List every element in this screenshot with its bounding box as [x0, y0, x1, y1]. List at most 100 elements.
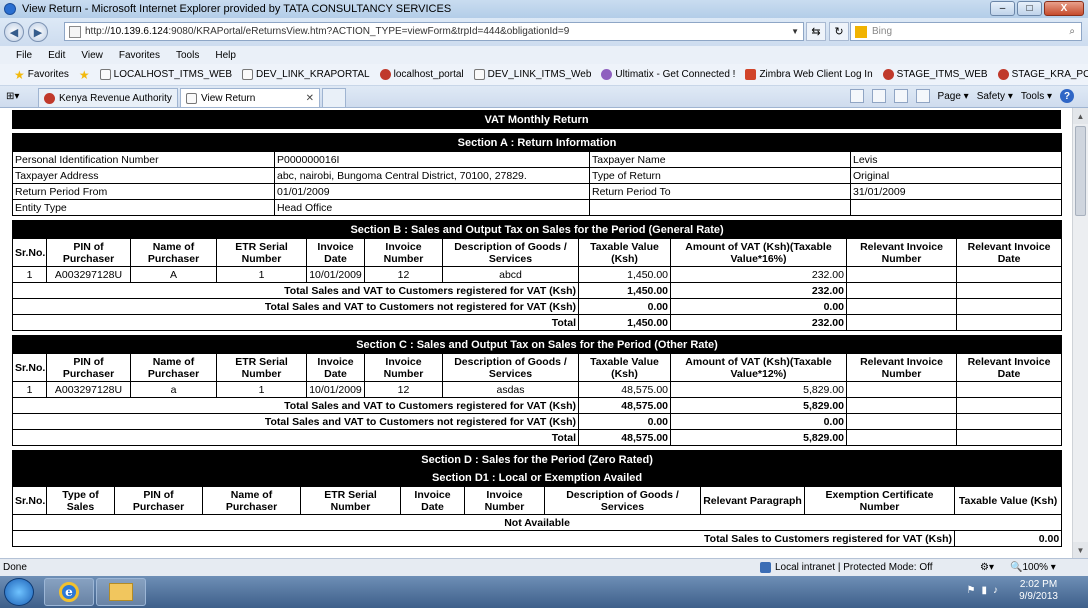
favorite-link[interactable]: LOCALHOST_ITMS_WEB: [99, 69, 232, 80]
intranet-icon: [760, 562, 771, 573]
taskbar-clock[interactable]: 2:02 PM 9/9/2013: [1019, 579, 1058, 603]
start-button[interactable]: [4, 578, 34, 606]
favorite-link[interactable]: DEV_LINK_ITMS_Web: [473, 69, 591, 80]
table-header-row: Sr.No. Type of Sales PIN of Purchaser Na…: [12, 486, 1063, 515]
kra-icon: [997, 69, 1009, 80]
kra-icon: [882, 69, 894, 80]
menu-file[interactable]: File: [16, 50, 32, 61]
page-icon: [473, 69, 485, 80]
section-c-table: Section C : Sales and Output Tax on Sale…: [11, 335, 1063, 446]
favorite-link[interactable]: DEV_LINK_KRAPORTAL: [242, 69, 370, 80]
kra-icon: [44, 92, 55, 104]
folder-icon: [109, 583, 133, 601]
not-available-text: Not Available: [11, 514, 1063, 531]
add-favorite-icon[interactable]: ★: [79, 68, 90, 82]
taskbar-explorer-button[interactable]: [96, 578, 146, 606]
page-title: VAT Monthly Return: [12, 110, 1061, 129]
section-d-table: Section D : Sales for the Period (Zero R…: [11, 450, 1063, 547]
menu-favorites[interactable]: Favorites: [119, 50, 160, 61]
menu-help[interactable]: Help: [215, 50, 236, 61]
search-placeholder: Bing: [872, 26, 893, 37]
favorite-link[interactable]: localhost_portal: [379, 69, 464, 80]
table-row: 1 A003297128U a 1 10/01/2009 12 asdas 48…: [12, 381, 1063, 398]
refresh-icon[interactable]: ↻: [829, 22, 849, 41]
status-text: Done: [3, 562, 27, 573]
new-tab-button[interactable]: [322, 88, 346, 107]
quick-tabs-icon[interactable]: ⊞▾: [6, 91, 19, 102]
total-row: Total Sales and VAT to Customers registe…: [12, 397, 1063, 414]
maximize-button[interactable]: □: [1017, 1, 1042, 16]
address-bar[interactable]: http://10.139.6.124:9080/KRAPortal/eRetu…: [64, 22, 804, 41]
flag-icon[interactable]: ⚑: [967, 585, 976, 596]
vertical-scrollbar[interactable]: ▲ ▼: [1072, 108, 1088, 558]
address-dropdown-icon[interactable]: ▼: [791, 27, 799, 36]
protected-mode-icon[interactable]: ⚙▾: [980, 562, 994, 573]
page-icon: [242, 69, 254, 80]
safety-menu[interactable]: Safety ▾: [977, 91, 1013, 102]
help-icon[interactable]: ?: [1060, 89, 1074, 103]
return-title-table: VAT Monthly Return: [12, 110, 1061, 129]
tab-view-return[interactable]: View Return ✕: [180, 88, 320, 107]
feeds-icon[interactable]: [871, 89, 886, 103]
menu-tools[interactable]: Tools: [176, 50, 199, 61]
forward-button[interactable]: ▶: [28, 22, 48, 42]
total-row: Total 1,450.00 232.00: [12, 314, 1063, 331]
menu-edit[interactable]: Edit: [48, 50, 65, 61]
table-header-row: Sr.No. PIN of Purchaser Name of Purchase…: [12, 353, 1063, 382]
scroll-up-icon[interactable]: ▲: [1073, 108, 1088, 124]
total-row: Total 48,575.00 5,829.00: [12, 429, 1063, 446]
url-host: 10.139.6.124: [110, 26, 169, 37]
tools-menu[interactable]: Tools ▾: [1021, 91, 1052, 102]
zoom-level[interactable]: 🔍100% ▾: [1010, 562, 1056, 573]
taskbar-ie-button[interactable]: e: [44, 578, 94, 606]
menu-view[interactable]: View: [81, 50, 103, 61]
close-button[interactable]: X: [1044, 1, 1084, 16]
table-row: Entity Type Head Office: [12, 199, 1062, 216]
search-icon[interactable]: ⌕: [1069, 26, 1075, 37]
security-zone[interactable]: Local intranet | Protected Mode: Off: [760, 562, 933, 573]
table-row: 1 A003297128U A 1 10/01/2009 12 abcd 1,4…: [12, 266, 1063, 283]
section-a-table: Section A : Return Information Personal …: [12, 133, 1062, 216]
tab-kenya-revenue-authority[interactable]: Kenya Revenue Authority: [38, 88, 178, 107]
status-bar: Done Local intranet | Protected Mode: Of…: [0, 558, 1088, 576]
print-icon[interactable]: [915, 89, 930, 103]
back-button[interactable]: ◀: [4, 22, 24, 42]
section-b-title: Section B : Sales and Output Tax on Sale…: [11, 220, 1063, 239]
favorite-link[interactable]: Ultimatix - Get Connected !: [601, 69, 735, 80]
page-icon: [69, 25, 81, 38]
favorites-button[interactable]: ★ Favorites: [14, 68, 69, 82]
url-path: :9080/KRAPortal/eReturnsView.htm?ACTION_…: [168, 26, 570, 37]
table-row: Personal Identification Number P000000016…: [12, 151, 1062, 168]
ultimatix-icon: [601, 69, 613, 80]
address-toolbar: ◀ ▶ http://10.139.6.124:9080/KRAPortal/e…: [0, 18, 1088, 46]
menu-bar: File Edit View Favorites Tools Help: [0, 46, 1088, 64]
favorite-link[interactable]: STAGE_KRA_PORTAL: [997, 69, 1088, 80]
favorite-link[interactable]: Zimbra Web Client Log In: [745, 69, 873, 80]
mail-icon[interactable]: [893, 89, 908, 103]
minimize-button[interactable]: –: [990, 1, 1015, 16]
compatibility-view-icon[interactable]: ⇆: [806, 22, 826, 41]
page-menu[interactable]: Page ▾: [938, 91, 969, 102]
network-icon[interactable]: ▮: [981, 585, 987, 596]
command-bar: Page ▾ Safety ▾ Tools ▾ ?: [849, 89, 1074, 103]
table-header-row: Sr.No. PIN of Purchaser Name of Purchase…: [12, 238, 1063, 267]
section-d1-title: Section D1 : Local or Exemption Availed: [11, 468, 1063, 487]
volume-icon[interactable]: ♪: [993, 585, 998, 596]
ie-icon: e: [59, 582, 79, 602]
windows-taskbar: e ⚑ ▮ ♪ 2:02 PM 9/9/2013: [0, 576, 1088, 608]
scroll-thumb[interactable]: [1075, 126, 1086, 216]
favorite-link[interactable]: STAGE_ITMS_WEB: [882, 69, 988, 80]
window-title: View Return - Microsoft Internet Explore…: [22, 3, 452, 15]
window-controls: – □ X: [990, 1, 1084, 16]
window-title-bar: View Return - Microsoft Internet Explore…: [0, 0, 1088, 18]
favorites-bar: ★ Favorites ★ LOCALHOST_ITMS_WEB DEV_LINK…: [0, 64, 1088, 86]
table-row: Not Available: [11, 514, 1063, 531]
scroll-down-icon[interactable]: ▼: [1073, 542, 1088, 558]
search-box[interactable]: Bing ⌕: [850, 22, 1082, 41]
section-a-title: Section A : Return Information: [12, 133, 1062, 152]
page-content: VAT Monthly Return Section A : Return In…: [0, 108, 1072, 558]
home-icon[interactable]: [849, 89, 864, 103]
close-tab-icon[interactable]: ✕: [306, 93, 314, 104]
page-icon: [186, 92, 197, 104]
total-row: Total Sales and VAT to Customers not reg…: [12, 413, 1063, 430]
